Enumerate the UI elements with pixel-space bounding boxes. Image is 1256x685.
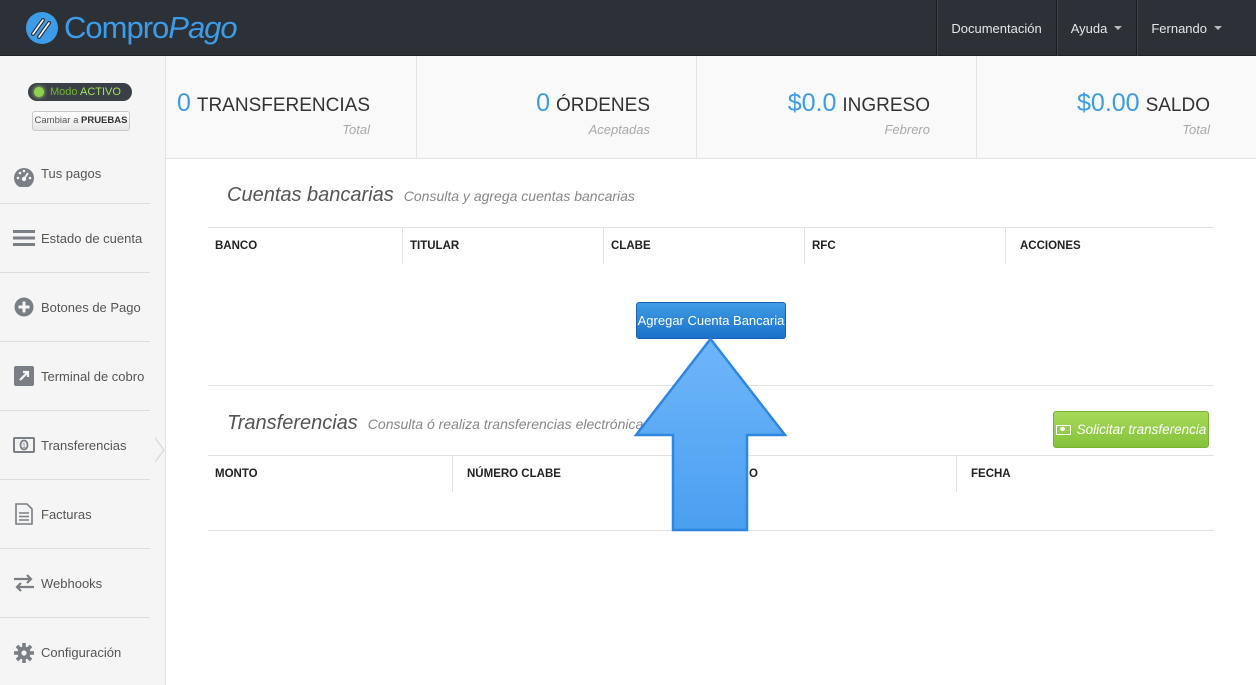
top-navbar: ComproPago Documentación Ayuda Fernando: [0, 0, 1256, 56]
transfers-section-title: Transferencias Consulta ó realiza transfe…: [227, 412, 650, 435]
mode-panel: Modo ACTIVO Cambiar a PRUEBAS: [0, 56, 165, 144]
sidebar-item-label: Facturas: [41, 506, 92, 522]
caret-down-icon: [1114, 26, 1123, 30]
sidebar: Modo ACTIVO Cambiar a PRUEBAS Tus pagos …: [0, 56, 166, 685]
exchange-icon: [13, 572, 35, 594]
sidebar-item-label: Tus pagos: [41, 166, 102, 181]
column-header-clabe: CLABE: [603, 228, 804, 264]
stat-transferencias: 0 TRANSFERENCIAS Total: [166, 56, 417, 159]
switch-mode-button[interactable]: Cambiar a PRUEBAS: [32, 111, 130, 131]
column-header-banco: BANCO: [215, 240, 258, 252]
logo-text-part2: Pago: [168, 10, 237, 45]
sidebar-item-label: Transferencias: [41, 437, 127, 453]
switch-mode-target: PRUEBAS: [81, 115, 128, 126]
logo-icon: [26, 12, 58, 44]
transfers-title: Transferencias: [227, 412, 358, 434]
stat-value: 0: [536, 89, 551, 117]
request-transfer-button[interactable]: Solicitar transferencia: [1053, 411, 1209, 448]
stat-ordenes: 0 ÓRDENES Aceptadas: [417, 56, 697, 159]
stat-value: $0.00: [1077, 89, 1140, 117]
gear-icon: [13, 642, 35, 664]
user-label: Fernando: [1151, 20, 1207, 36]
sidebar-item-botones-de-pago[interactable]: Botones de Pago: [0, 273, 150, 342]
active-indicator: [154, 438, 163, 462]
stat-label: TRANSFERENCIAS: [196, 95, 370, 116]
logo-text-part1: Compro: [64, 10, 169, 45]
mode-label: Modo: [50, 86, 78, 98]
docs-link[interactable]: Documentación: [936, 0, 1055, 56]
column-header-fecha: FECHA: [956, 456, 1214, 492]
sidebar-item-label: Configuración: [41, 645, 122, 660]
sidebar-item-configuracion[interactable]: Configuración: [0, 618, 150, 685]
stats-row: 0 TRANSFERENCIAS Total 0 ÓRDENES Aceptadas…: [166, 56, 1256, 159]
logo[interactable]: ComproPago: [24, 8, 238, 48]
mode-status-badge: Modo ACTIVO: [28, 83, 132, 101]
help-dropdown[interactable]: Ayuda: [1055, 0, 1137, 56]
stat-value: 0: [176, 89, 191, 117]
column-header-titular: TITULAR: [402, 228, 603, 264]
accounts-subtitle: Consulta y agrega cuentas bancarias: [403, 188, 635, 204]
user-dropdown[interactable]: Fernando: [1136, 0, 1256, 56]
stat-ingreso: $0.0 INGRESO Febrero: [697, 56, 977, 159]
money-icon: 1: [13, 434, 35, 456]
sidebar-nav: Tus pagos Estado de cuenta Botones de Pa…: [0, 144, 150, 685]
stat-sublabel: Febrero: [884, 122, 930, 137]
switch-mode-prefix: Cambiar a: [34, 115, 79, 126]
column-header-acciones: ACCIONES: [1005, 228, 1214, 264]
logo-text: ComproPago: [64, 10, 238, 46]
sidebar-item-terminal-de-cobro[interactable]: Terminal de cobro: [0, 342, 150, 411]
request-transfer-label: Solicitar transferencia: [1076, 422, 1207, 437]
sidebar-item-label: Estado de cuenta: [41, 230, 143, 246]
sidebar-item-tus-pagos[interactable]: Tus pagos: [0, 144, 150, 204]
stat-value: $0.0: [787, 89, 837, 117]
accounts-title: Cuentas bancarias: [227, 184, 394, 206]
stat-label: INGRESO: [842, 95, 930, 116]
external-link-icon: [13, 365, 35, 387]
column-header-monto: MONTO: [215, 468, 258, 480]
sidebar-item-facturas[interactable]: Facturas: [0, 480, 150, 549]
document-icon: [13, 503, 35, 525]
accounts-section-title: Cuentas bancarias Consulta y agrega cuent…: [227, 184, 635, 207]
stat-saldo: $0.00 SALDO Total: [977, 56, 1256, 159]
top-nav-menu: Documentación Ayuda Fernando: [936, 0, 1256, 56]
status-dot-icon: [34, 87, 44, 97]
stat-sublabel: Aceptadas: [588, 122, 650, 137]
sidebar-item-transferencias[interactable]: 1 Transferencias: [0, 411, 150, 480]
cash-icon: [1055, 424, 1071, 435]
list-icon: [13, 227, 35, 249]
mode-status: ACTIVO: [79, 86, 121, 98]
arrow-up-icon: [634, 337, 787, 532]
column-header-rfc: RFC: [804, 228, 1005, 264]
transfers-subtitle: Consulta ó realiza transferencias electr…: [367, 416, 651, 432]
sidebar-item-label: Webhooks: [41, 575, 103, 591]
plus-circle-icon: [13, 296, 35, 318]
add-bank-account-button[interactable]: Agregar Cuenta Bancaria: [636, 302, 786, 339]
help-label: Ayuda: [1070, 20, 1108, 36]
stat-sublabel: Total: [1182, 122, 1210, 137]
docs-label: Documentación: [951, 20, 1042, 36]
dashboard-icon: [13, 166, 35, 188]
sidebar-item-estado-de-cuenta[interactable]: Estado de cuenta: [0, 204, 150, 273]
stat-sublabel: Total: [342, 122, 370, 137]
svg-text:1: 1: [22, 443, 26, 450]
stat-label: SALDO: [1145, 95, 1210, 116]
sidebar-item-label: Botones de Pago: [41, 299, 141, 315]
add-bank-account-label: Agregar Cuenta Bancaria: [637, 313, 785, 328]
accounts-table-header: BANCO TITULAR CLABE RFC ACCIONES: [208, 227, 1214, 264]
caret-down-icon: [1214, 26, 1222, 30]
stat-label: ÓRDENES: [556, 95, 650, 116]
sidebar-item-webhooks[interactable]: Webhooks: [0, 549, 150, 618]
sidebar-item-label: Terminal de cobro: [41, 368, 145, 384]
